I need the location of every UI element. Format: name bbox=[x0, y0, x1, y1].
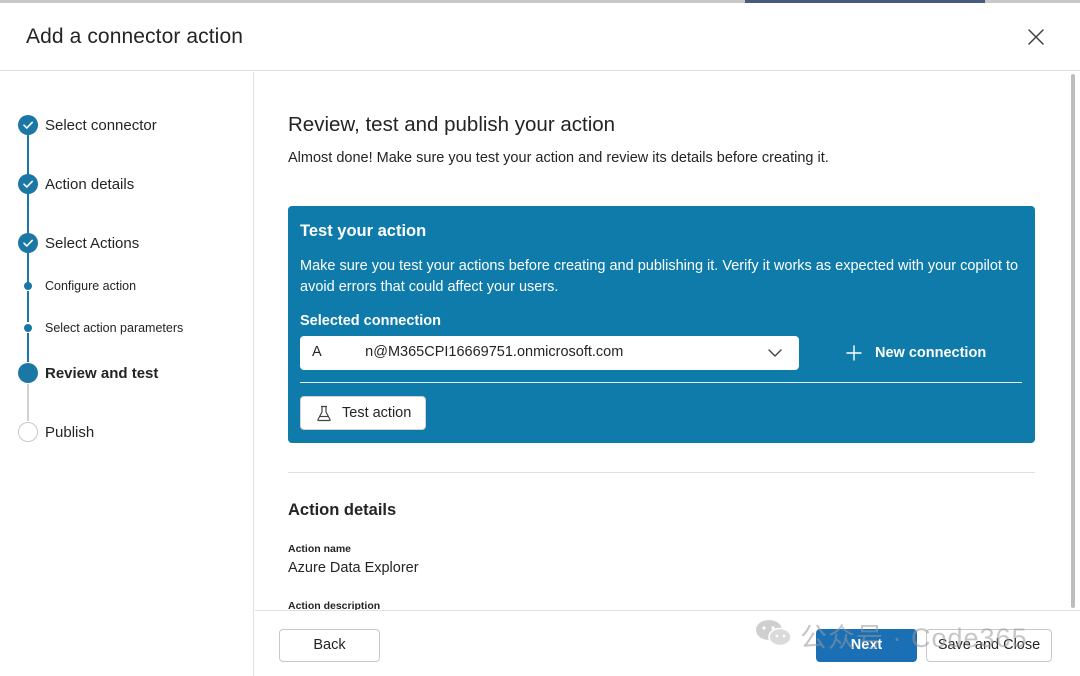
action-name-value: Azure Data Explorer bbox=[288, 560, 419, 576]
test-action-label: Test action bbox=[342, 405, 412, 421]
test-card-title: Test your action bbox=[300, 222, 427, 240]
wechat-icon bbox=[756, 620, 792, 647]
pending-step-dot bbox=[18, 422, 38, 442]
step-label: Select Actions bbox=[45, 235, 140, 252]
scrollbar-thumb[interactable] bbox=[1071, 74, 1075, 608]
checkmark-icon bbox=[18, 115, 38, 135]
connection-dropdown[interactable]: A n@M365CPI16669751.onmicrosoft.com bbox=[300, 336, 799, 370]
checkmark-icon bbox=[18, 174, 38, 194]
card-divider bbox=[300, 382, 1022, 383]
step-connector-line bbox=[27, 384, 29, 421]
step-connector-line bbox=[27, 291, 29, 322]
beaker-icon bbox=[317, 405, 331, 422]
checkmark-icon bbox=[18, 233, 38, 253]
page-title: Review, test and publish your action bbox=[288, 113, 616, 136]
step-label: Select action parameters bbox=[45, 321, 184, 335]
step-label: Review and test bbox=[45, 365, 159, 382]
step-label: Select connector bbox=[45, 117, 157, 134]
substep-dot bbox=[24, 282, 32, 290]
step-connector-line bbox=[27, 194, 29, 234]
new-connection-label: New connection bbox=[875, 345, 987, 361]
watermark-text: 公众号 · Code365 bbox=[800, 623, 1028, 653]
connection-value: A n@M365CPI16669751.onmicrosoft.com bbox=[312, 344, 624, 360]
chevron-down-icon bbox=[768, 349, 782, 357]
close-icon[interactable] bbox=[1024, 25, 1048, 49]
step-label: Action details bbox=[45, 176, 135, 193]
current-step-dot bbox=[18, 363, 38, 383]
step-label: Configure action bbox=[45, 279, 137, 293]
section-divider bbox=[288, 472, 1035, 473]
step-connector-line bbox=[27, 135, 29, 175]
step-connector-line bbox=[27, 333, 29, 362]
main-scrollbar[interactable] bbox=[1068, 72, 1078, 610]
substep-dot bbox=[24, 324, 32, 332]
back-button[interactable]: Back bbox=[279, 629, 380, 662]
test-action-card: Test your action Make sure you test your… bbox=[288, 206, 1035, 443]
wizard-steps-sidebar: Select connector Action details Select A… bbox=[0, 72, 254, 676]
action-details-heading: Action details bbox=[288, 501, 397, 519]
action-name-label: Action name bbox=[288, 543, 352, 555]
dialog-title: Add a connector action bbox=[26, 25, 244, 48]
connection-label: Selected connection bbox=[300, 313, 442, 329]
page-subtitle: Almost done! Make sure you test your act… bbox=[288, 150, 829, 166]
step-label: Publish bbox=[45, 424, 95, 441]
plus-icon bbox=[846, 345, 862, 361]
dialog-header: Add a connector action bbox=[0, 3, 1080, 71]
test-card-description: Make sure you test your actions before c… bbox=[300, 258, 1019, 295]
action-description-label: Action description bbox=[288, 600, 381, 610]
test-action-button[interactable]: Test action bbox=[300, 396, 426, 430]
main-content: Review, test and publish your action Alm… bbox=[255, 72, 1067, 610]
